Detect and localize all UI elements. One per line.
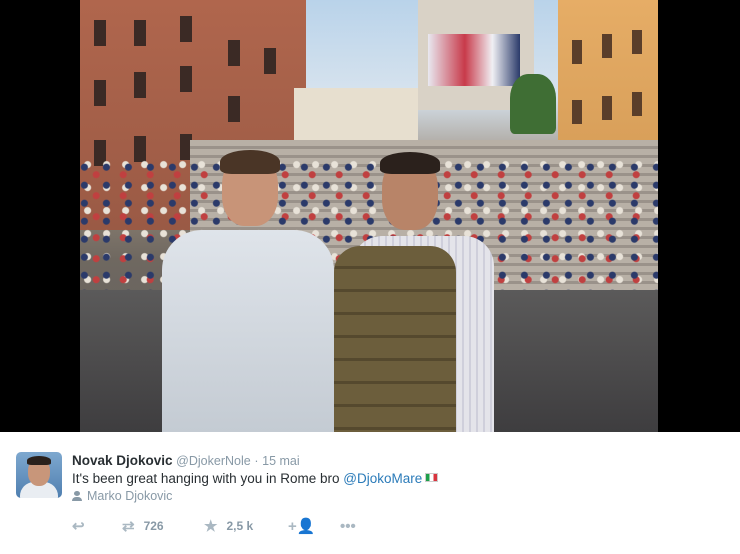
retweet-icon: ⇄: [122, 517, 135, 535]
tweet-header: Novak Djokovic @DjokerNole · 15 mai: [72, 453, 300, 468]
tagged-user-name: Marko Djokovic: [87, 489, 173, 503]
photo-tree: [510, 74, 556, 134]
reply-button[interactable]: ↩: [72, 519, 122, 534]
mention-link[interactable]: @DjokoMare: [343, 471, 422, 486]
user-handle[interactable]: @DjokerNole: [176, 454, 251, 468]
favorite-count: 2,5 k: [226, 519, 254, 533]
add-user-icon: +👤: [288, 517, 316, 535]
user-name[interactable]: Novak Djokovic: [72, 453, 173, 468]
photo-billboard: [428, 34, 520, 86]
tweet-text-body: It's been great hanging with you in Rome…: [72, 471, 344, 486]
follow-button[interactable]: +👤: [288, 519, 340, 534]
more-icon: •••: [340, 517, 356, 535]
italy-flag-icon: [425, 473, 439, 482]
tweet-text: It's been great hanging with you in Rome…: [72, 471, 439, 486]
tweet-date[interactable]: 15 mai: [262, 454, 300, 468]
more-button[interactable]: •••: [340, 519, 370, 534]
header-separator: ·: [254, 454, 259, 468]
photo-person-right: [332, 150, 494, 432]
tweet-card: Novak Djokovic @DjokerNole · 15 mai It's…: [0, 432, 740, 554]
photo-church: [294, 88, 418, 148]
photo-person-left: [162, 150, 334, 432]
retweet-count: 726: [143, 519, 164, 533]
avatar[interactable]: [16, 452, 62, 498]
favorite-button[interactable]: ★ 2,5 k: [204, 519, 288, 534]
media-frame: [0, 0, 740, 432]
retweet-button[interactable]: ⇄ 726: [122, 519, 204, 534]
tweet-actions: ↩ ⇄ 726 ★ 2,5 k +👤 •••: [72, 517, 370, 535]
tweet-photo[interactable]: [80, 0, 658, 432]
tagged-user[interactable]: Marko Djokovic: [72, 489, 172, 503]
star-icon: ★: [204, 517, 218, 535]
person-icon: [72, 491, 82, 501]
reply-icon: ↩: [72, 517, 85, 535]
